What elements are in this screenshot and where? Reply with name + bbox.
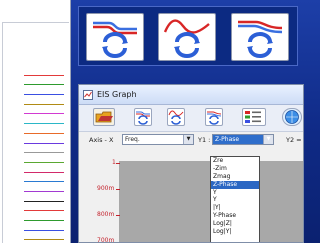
background-legend-line — [24, 95, 64, 105]
chevron-down-icon[interactable]: ▼ — [263, 135, 273, 144]
axis-x-select[interactable]: Freq. ▼ — [122, 134, 194, 145]
nyquist-small-icon — [207, 111, 222, 125]
chevron-down-icon[interactable]: ▼ — [183, 135, 193, 144]
axis-x-value: Freq. — [125, 136, 140, 143]
bode-icon[interactable] — [86, 13, 144, 61]
toolbar — [79, 105, 303, 132]
background-legend-line — [24, 144, 64, 154]
background-legend-line — [24, 192, 64, 202]
nyquist-icon[interactable] — [231, 13, 289, 61]
dropdown-option[interactable]: Y — [211, 196, 259, 204]
axis-x-label: Axis - X — [89, 136, 114, 144]
background-legend-line — [24, 76, 64, 86]
window-title: EIS Graph — [97, 90, 137, 99]
background-legend-line — [24, 231, 64, 241]
background-legend-line — [24, 153, 64, 163]
sine-wave-icon[interactable] — [158, 13, 216, 61]
dropdown-option[interactable]: Zre — [211, 157, 259, 165]
folder-icon — [95, 111, 113, 123]
background-legend-line — [24, 66, 64, 76]
eis-graph-window: EIS Graph Axis - X Freq. ▼ Y1: Z-Phase … — [78, 84, 304, 243]
dropdown-option[interactable]: Log|Y| — [211, 228, 259, 236]
bode-button[interactable] — [134, 108, 152, 126]
background-legend-line — [24, 173, 64, 183]
axis-selector-bar: Axis - X Freq. ▼ Y1 : Z-Phase ▼ Y2 = — [79, 132, 303, 148]
dropdown-option[interactable]: Y — [211, 189, 259, 197]
y-tick-label: 900m — [97, 185, 115, 192]
bode-small-icon — [136, 111, 150, 125]
dropdown-option[interactable]: Y-Phase — [211, 212, 259, 220]
icon-strip — [78, 6, 298, 66]
background-legend-line — [24, 211, 64, 221]
background-legend-line — [24, 134, 64, 144]
y1-label: Y1 : — [198, 136, 211, 144]
dropdown-option[interactable]: -Zim — [211, 165, 259, 173]
background-legend-line — [24, 85, 64, 96]
background-legend-line — [24, 221, 64, 231]
y-tick-mark — [116, 163, 120, 164]
background-legend-line — [24, 105, 64, 115]
background-legend — [24, 66, 66, 241]
background-legend-line — [24, 124, 64, 134]
y1-select[interactable]: Z-Phase ▼ — [212, 134, 274, 145]
y-tick-label: 700m — [97, 237, 115, 243]
y-tick-mark — [116, 215, 120, 216]
app-icon — [83, 89, 93, 100]
background-legend-line — [24, 163, 64, 173]
background-legend-line — [24, 202, 64, 212]
dropdown-option[interactable]: |Y| — [211, 204, 259, 212]
legend-icon — [245, 111, 261, 123]
globe-icon — [285, 110, 299, 124]
y2-label: Y2 = — [286, 136, 302, 144]
sine-small-icon — [168, 110, 184, 125]
sine-button[interactable] — [167, 108, 185, 126]
title-bar: EIS Graph — [79, 85, 303, 105]
y-tick-mark — [116, 189, 120, 190]
background-legend-line — [24, 114, 64, 125]
legend-button[interactable] — [242, 108, 266, 126]
nyquist-button[interactable] — [205, 108, 223, 126]
dropdown-option-selected[interactable]: Z-Phase — [211, 180, 259, 189]
open-folder-button[interactable] — [93, 108, 115, 126]
y1-value: Z-Phase — [215, 136, 240, 143]
y1-dropdown-list[interactable]: Zre -Zim Zmag Z-Phase Y Y |Y| Y-Phase Lo… — [210, 156, 260, 242]
background-legend-line — [24, 182, 64, 192]
dropdown-option[interactable]: Zmag — [211, 173, 259, 181]
dropdown-option[interactable]: Log|Z| — [211, 220, 259, 228]
globe-button[interactable] — [282, 108, 302, 126]
y-tick-label: 800m — [97, 211, 115, 218]
background-window — [0, 0, 71, 243]
